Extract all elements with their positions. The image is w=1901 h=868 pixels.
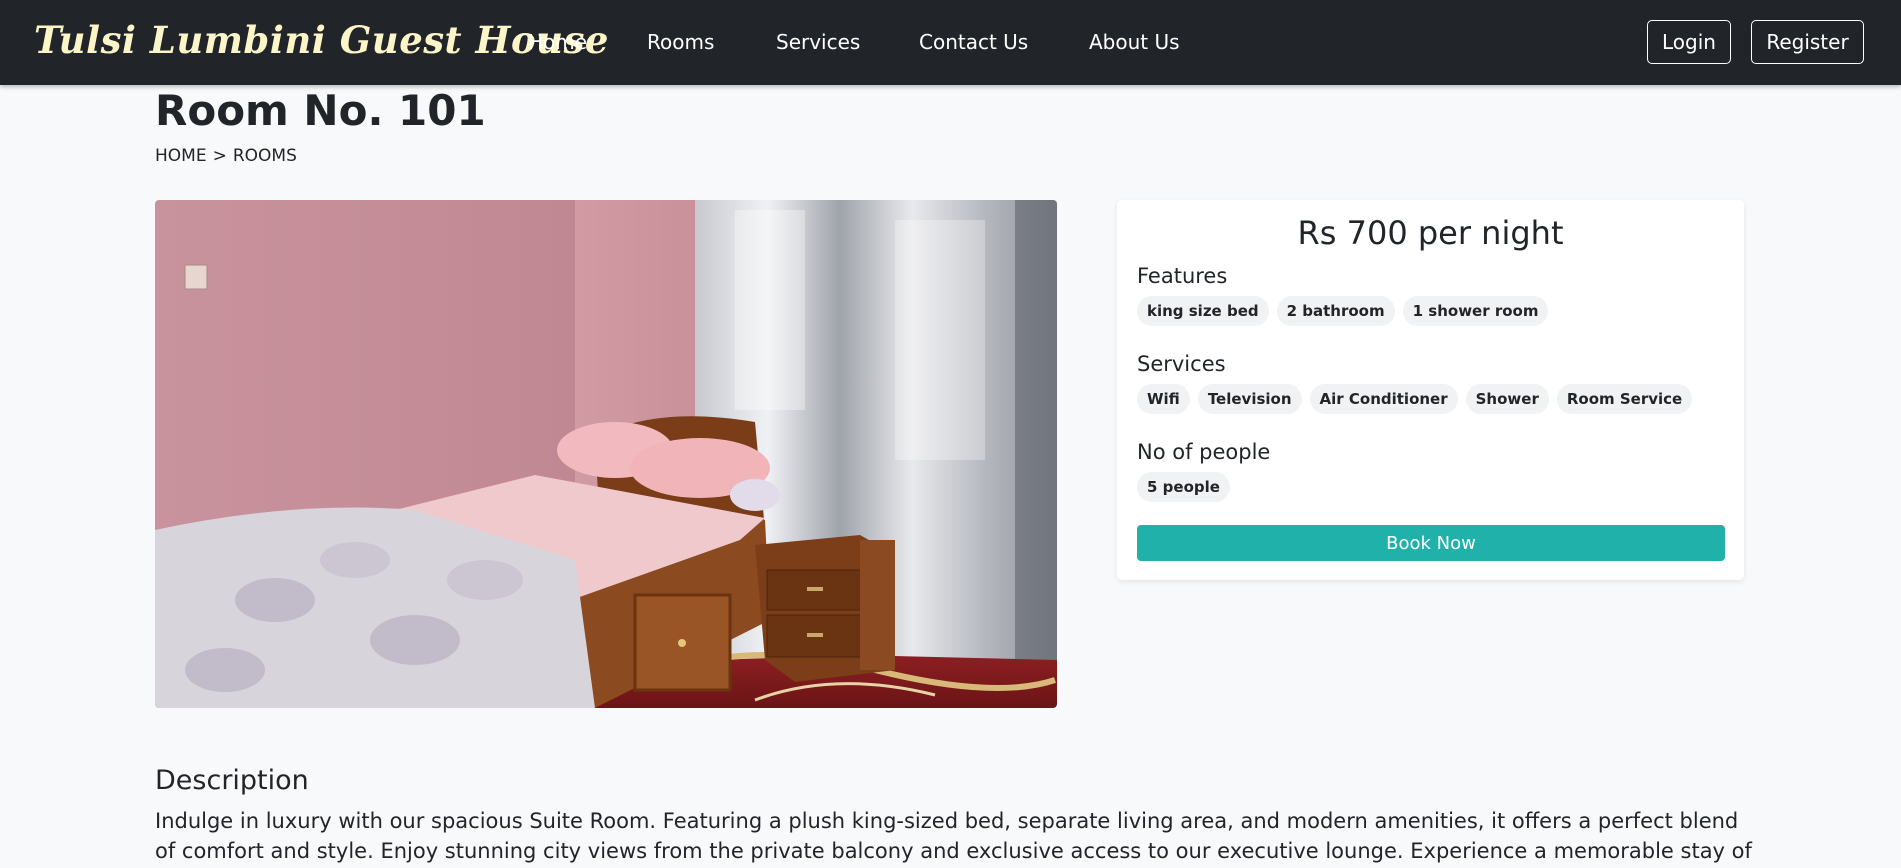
breadcrumb-home[interactable]: HOME [155, 146, 207, 166]
room-photo [155, 200, 1057, 708]
nav-rooms[interactable]: Rooms [647, 30, 714, 54]
people-badges: 5 people [1137, 472, 1230, 502]
brand-logo[interactable]: Tulsi Lumbini Guest House [34, 18, 609, 62]
room-photo-illustration [155, 200, 1057, 708]
register-button[interactable]: Register [1751, 20, 1864, 64]
service-badge: Shower [1465, 384, 1549, 414]
breadcrumb: HOME > ROOMS [155, 146, 297, 166]
nav-home[interactable]: Home [528, 30, 587, 54]
people-title: No of people [1137, 440, 1271, 464]
description-title: Description [155, 765, 309, 796]
services-badges: Wifi Television Air Conditioner Shower R… [1137, 384, 1693, 414]
feature-badge: 2 bathroom [1276, 296, 1395, 326]
description-text: Indulge in luxury with our spacious Suit… [155, 809, 1752, 863]
page-title: Room No. 101 [155, 86, 486, 135]
nav-services[interactable]: Services [776, 30, 860, 54]
book-now-button[interactable]: Book Now [1137, 525, 1725, 561]
nav-contact-us[interactable]: Contact Us [919, 30, 1028, 54]
feature-badge: king size bed [1137, 296, 1269, 326]
services-title: Services [1137, 352, 1226, 376]
service-badge: Television [1197, 384, 1302, 414]
login-button[interactable]: Login [1647, 20, 1731, 64]
room-info-card: Rs 700 per night Features king size bed … [1117, 200, 1744, 580]
service-badge: Air Conditioner [1309, 384, 1458, 414]
room-price: Rs 700 per night [1297, 214, 1564, 252]
nav-about-us[interactable]: About Us [1089, 30, 1180, 54]
feature-badge: 1 shower room [1402, 296, 1549, 326]
service-badge: Wifi [1137, 384, 1190, 414]
breadcrumb-separator: > [212, 146, 227, 166]
people-badge: 5 people [1137, 472, 1230, 502]
top-navbar: Tulsi Lumbini Guest House Home Rooms Ser… [0, 0, 1901, 85]
service-badge: Room Service [1556, 384, 1693, 414]
breadcrumb-rooms[interactable]: ROOMS [233, 146, 297, 166]
features-title: Features [1137, 264, 1228, 288]
features-badges: king size bed 2 bathroom 1 shower room [1137, 296, 1549, 326]
